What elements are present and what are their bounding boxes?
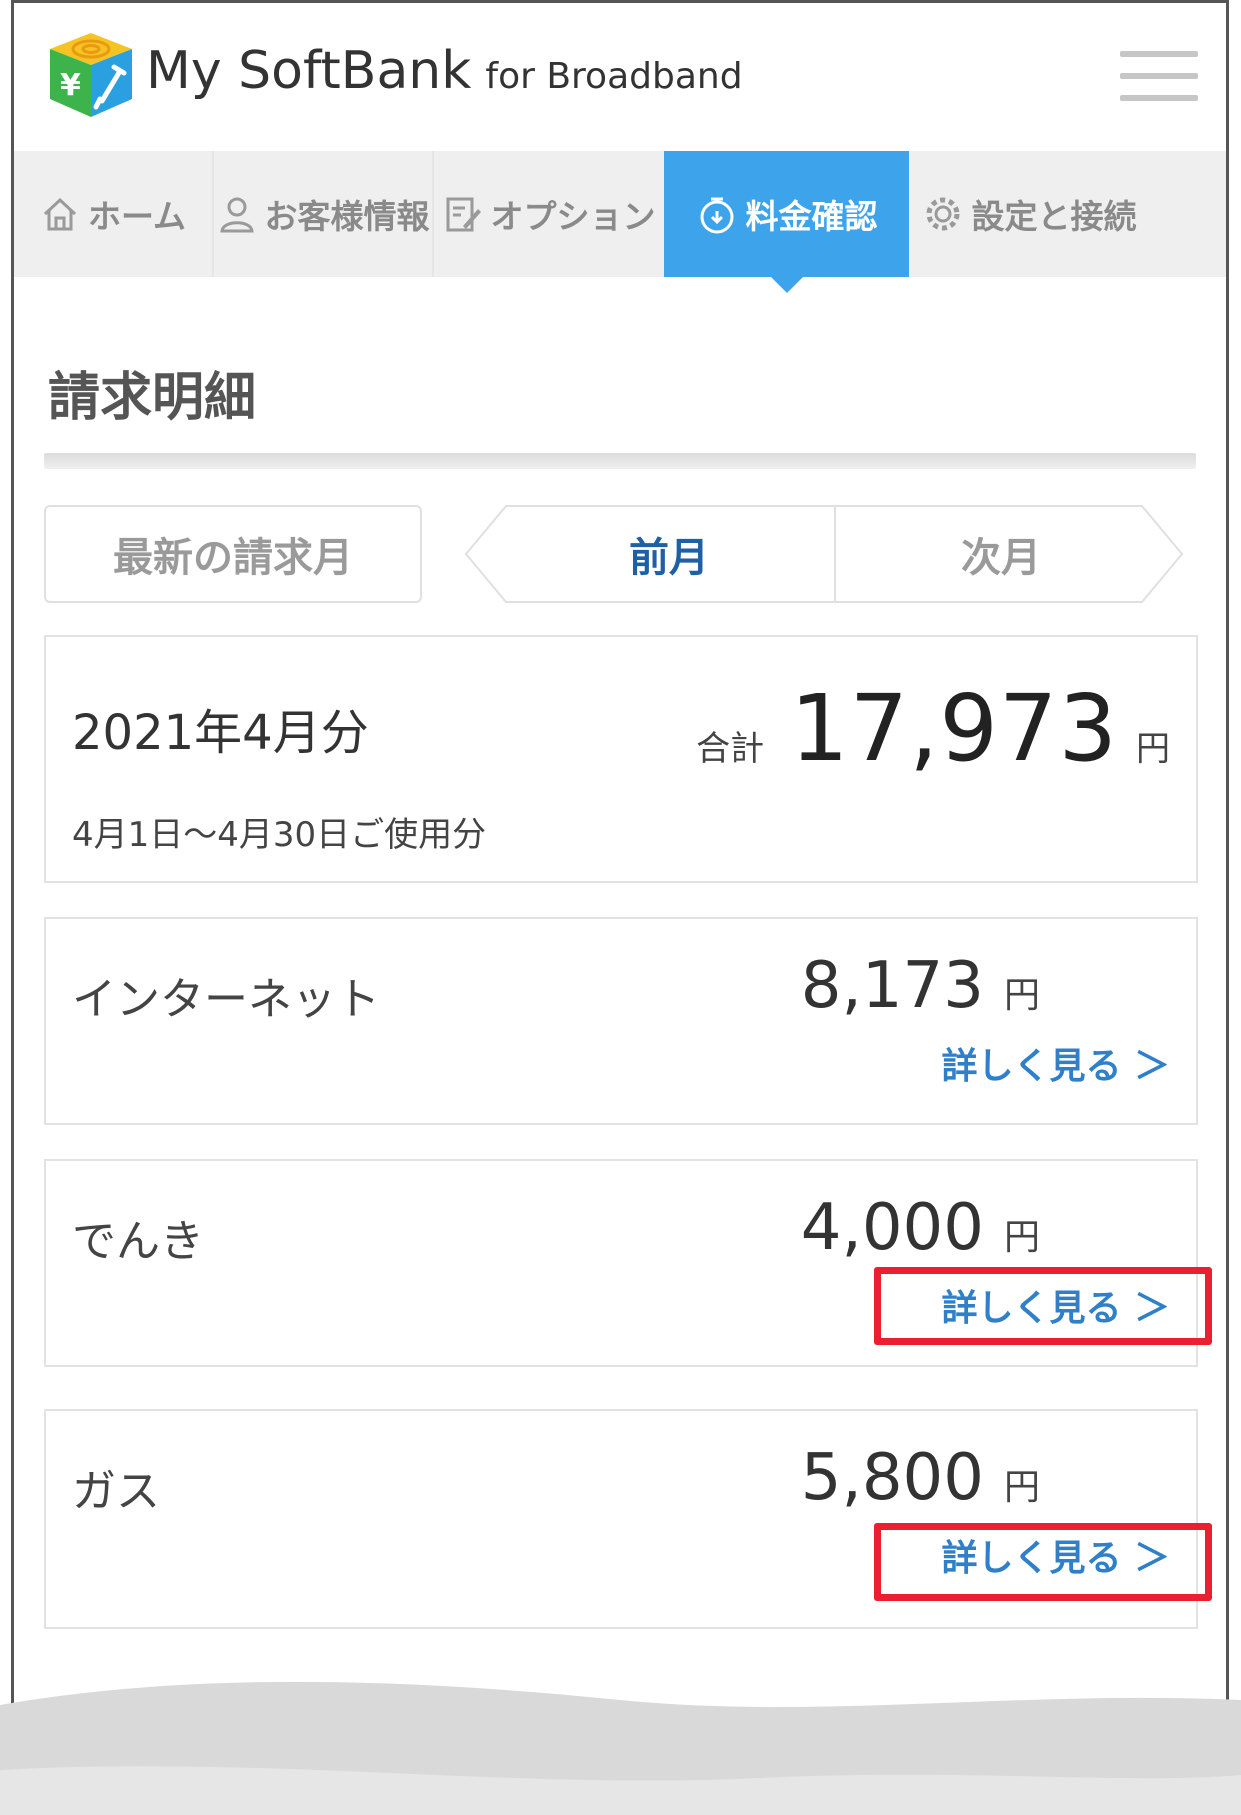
nav-customer-info-label: お客様情報	[264, 197, 430, 236]
nav-fee-check[interactable]: 料金確認	[664, 151, 909, 293]
billing-summary-card: 2021年4月分 4月1日～4月30日ご使用分 合計 17,973 円	[44, 635, 1198, 883]
page-title: 請求明細	[48, 368, 257, 428]
total-amount: 17,973	[790, 675, 1118, 782]
home-icon	[43, 197, 77, 231]
item-amount: 8,173	[800, 949, 984, 1023]
nav-customer-info[interactable]: お客様情報	[214, 151, 432, 277]
item-name: インターネット	[72, 974, 380, 1025]
torn-edge-decoration	[0, 1681, 1241, 1815]
svg-text:¥: ¥	[60, 68, 81, 103]
hamburger-icon	[1120, 51, 1198, 57]
item-name: でんき	[72, 1216, 204, 1267]
billing-period: 2021年4月分	[72, 705, 369, 761]
usage-period: 4月1日～4月30日ご使用分	[72, 815, 487, 855]
latest-month-button[interactable]: 最新の請求月	[44, 505, 422, 603]
item-amount-group: 8,173 円	[801, 949, 1040, 1023]
nav-settings[interactable]: 設定と接続	[909, 151, 1149, 277]
nav-options[interactable]: オプション	[434, 151, 664, 277]
main-nav: ホーム お客様情報 オプション 料金確認 設定と接続	[14, 151, 1226, 293]
item-currency: 円	[1003, 1217, 1040, 1258]
gear-icon	[926, 197, 959, 231]
fee-icon	[700, 197, 733, 234]
gas-detail-link[interactable]: 詳しく見る ＞	[941, 1529, 1170, 1581]
bill-item-gas: ガス 5,800 円 詳しく見る ＞	[44, 1409, 1198, 1629]
menu-button[interactable]	[1120, 51, 1198, 105]
item-currency: 円	[1003, 975, 1040, 1016]
softbank-logo-icon: ¥	[50, 33, 132, 117]
month-navigation: 前月 次月	[464, 505, 1184, 603]
item-name: ガス	[72, 1466, 160, 1517]
app-frame: ¥ My SoftBank for Broadband ホーム お客様情報 オプ…	[11, 0, 1229, 1815]
total-label: 合計	[696, 729, 765, 769]
nav-options-label: オプション	[490, 197, 656, 236]
nav-fee-check-label: 料金確認	[745, 197, 878, 236]
edit-icon	[446, 197, 481, 232]
electricity-detail-link[interactable]: 詳しく見る ＞	[941, 1279, 1170, 1331]
bill-item-electricity: でんき 4,000 円 詳しく見る ＞	[44, 1159, 1198, 1367]
next-month-button[interactable]: 次月	[836, 505, 1166, 603]
item-amount: 5,800	[800, 1441, 984, 1515]
item-amount-group: 4,000 円	[801, 1191, 1040, 1265]
item-currency: 円	[1003, 1467, 1040, 1508]
prev-month-button[interactable]: 前月	[504, 505, 834, 603]
bill-item-internet: インターネット 8,173 円 詳しく見る ＞	[44, 917, 1198, 1125]
divider	[44, 453, 1196, 469]
internet-detail-link[interactable]: 詳しく見る ＞	[941, 1037, 1170, 1089]
nav-home[interactable]: ホーム	[14, 151, 212, 277]
brand-title: My SoftBank	[146, 41, 472, 101]
nav-settings-label: 設定と接続	[971, 197, 1137, 236]
brand-name: My SoftBank for Broadband	[146, 41, 743, 101]
header: ¥ My SoftBank for Broadband	[14, 3, 1226, 151]
currency-label: 円	[1136, 729, 1170, 769]
user-icon	[219, 197, 254, 233]
brand-subtitle: for Broadband	[485, 56, 743, 97]
item-amount-group: 5,800 円	[801, 1441, 1040, 1515]
nav-home-label: ホーム	[87, 197, 186, 236]
total-amount-group: 合計 17,973 円	[696, 675, 1170, 782]
item-amount: 4,000	[800, 1191, 984, 1265]
